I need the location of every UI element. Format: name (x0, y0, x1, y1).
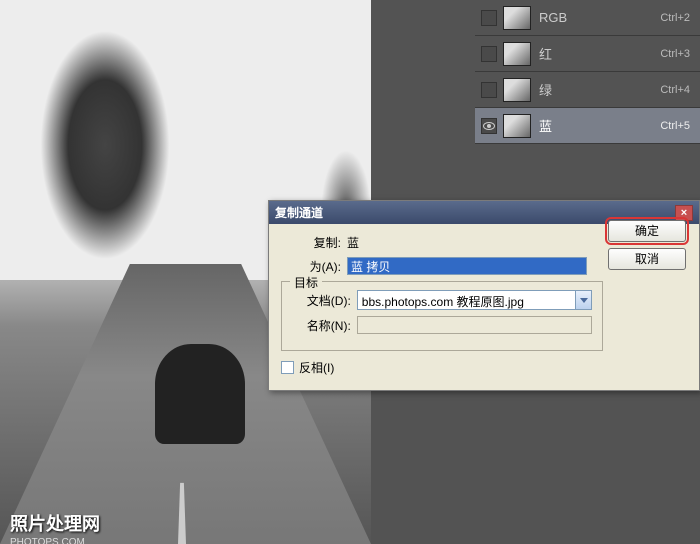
channel-label: 红 (539, 44, 660, 63)
watermark-text: 照片处理网 (10, 510, 100, 536)
as-label: 为(A): (281, 258, 341, 275)
photo-tree (40, 30, 170, 260)
dialog-button-column: 确定 取消 (608, 220, 700, 276)
channel-shortcut: Ctrl+3 (660, 48, 690, 60)
invert-label: 反相(I) (299, 359, 334, 376)
channel-shortcut: Ctrl+4 (660, 84, 690, 96)
dialog-title-text: 复制通道 (275, 204, 323, 221)
chevron-down-icon (580, 298, 588, 303)
document-value: bbs.photops.com 教程原图.jpg (358, 291, 575, 309)
visibility-toggle[interactable] (481, 118, 497, 134)
dropdown-button[interactable] (575, 291, 591, 309)
cancel-button[interactable]: 取消 (608, 248, 686, 270)
channel-red[interactable]: 红 Ctrl+3 (475, 36, 700, 72)
ok-button[interactable]: 确定 (608, 220, 686, 242)
invert-checkbox[interactable] (281, 361, 294, 374)
channel-thumbnail (503, 42, 531, 66)
visibility-toggle[interactable] (481, 10, 497, 26)
document-label: 文档(D): (292, 292, 351, 309)
channel-shortcut: Ctrl+5 (660, 120, 690, 132)
channel-thumbnail (503, 78, 531, 102)
duplicate-label: 复制: (281, 234, 341, 251)
channel-label: 绿 (539, 80, 660, 99)
channel-green[interactable]: 绿 Ctrl+4 (475, 72, 700, 108)
visibility-toggle[interactable] (481, 82, 497, 98)
as-input[interactable] (347, 257, 587, 275)
watermark-url: PHOTOPS.COM (10, 537, 85, 544)
channels-panel: RGB Ctrl+2 红 Ctrl+3 绿 Ctrl+4 蓝 Ctrl+5 (475, 0, 700, 144)
channel-thumbnail (503, 114, 531, 138)
document-dropdown[interactable]: bbs.photops.com 教程原图.jpg (357, 290, 592, 310)
channel-blue[interactable]: 蓝 Ctrl+5 (475, 108, 700, 144)
channel-label: RGB (539, 10, 660, 25)
duplicate-value: 蓝 (347, 234, 359, 251)
channel-rgb[interactable]: RGB Ctrl+2 (475, 0, 700, 36)
channel-label: 蓝 (539, 116, 660, 135)
eye-icon (483, 122, 495, 130)
photo-subject (155, 344, 245, 444)
target-legend: 目标 (290, 274, 322, 291)
close-icon[interactable]: × (675, 205, 693, 221)
visibility-toggle[interactable] (481, 46, 497, 62)
channel-shortcut: Ctrl+2 (660, 12, 690, 24)
name-input-disabled (357, 316, 592, 334)
channel-thumbnail (503, 6, 531, 30)
target-fieldset: 目标 文档(D): bbs.photops.com 教程原图.jpg 名称(N)… (281, 281, 603, 351)
name-label: 名称(N): (292, 317, 351, 334)
